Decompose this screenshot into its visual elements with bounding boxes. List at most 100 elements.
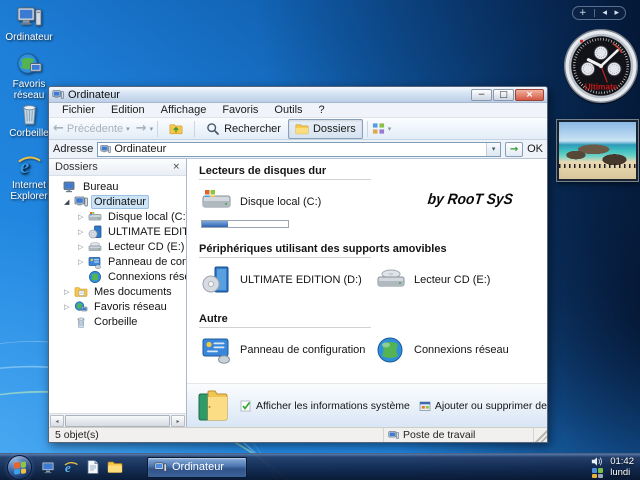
menu-edition[interactable]: Edition (103, 104, 153, 116)
clock-time: 01:42 (610, 456, 634, 467)
desktop-icon-ordinateur[interactable]: Ordinateur (0, 4, 58, 43)
tree-item-favoris-reseau[interactable]: ▷ Favoris réseau (49, 299, 186, 314)
forward-button[interactable]: → ▾ (136, 121, 154, 136)
scroll-left-button[interactable]: ◂ (50, 414, 64, 427)
back-label: Précédente (66, 122, 124, 135)
tree-item-bureau[interactable]: Bureau (49, 179, 186, 194)
notepad-launch-icon[interactable] (85, 459, 101, 475)
title-bar[interactable]: Ordinateur − □ × (49, 87, 547, 103)
tile-panneau-de-configuration[interactable]: Panneau de configuration (199, 328, 373, 371)
prev-gadget-button[interactable]: ◂ (602, 7, 607, 19)
hdd-small-icon (88, 210, 102, 224)
cd-drive-icon (375, 265, 407, 295)
forward-dropdown-icon[interactable]: ▾ (150, 125, 154, 133)
folder-up-icon (169, 123, 183, 134)
disk-capacity-fill (202, 221, 228, 227)
expander-closed-icon[interactable]: ▷ (64, 288, 74, 296)
folders-button[interactable]: Dossiers (287, 118, 363, 139)
status-bar: 5 objet(s) Poste de travail (49, 427, 547, 442)
network-places-small-icon (74, 300, 88, 314)
expander-closed-icon[interactable]: ▷ (78, 258, 88, 266)
watermark-text: by RooT SyS (427, 191, 515, 208)
search-button[interactable]: Rechercher (199, 119, 288, 139)
system-folder-icon (198, 390, 228, 420)
back-dropdown-icon[interactable]: ▾ (126, 125, 130, 133)
expander-open-icon[interactable]: ◢ (64, 198, 74, 206)
views-button[interactable]: ▾ (372, 122, 392, 135)
start-button[interactable] (7, 454, 32, 480)
scroll-right-button[interactable]: ▸ (171, 414, 185, 427)
folder-content-pane: Lecteurs de disques dur Disque local (C:… (187, 159, 547, 427)
menu-fichier[interactable]: Fichier (54, 104, 103, 116)
clock-gadget[interactable]: Ultimate (562, 27, 640, 105)
tile-label: Lecteur CD (E:) (414, 274, 491, 286)
expander-closed-icon[interactable]: ▷ (78, 213, 88, 221)
explorer-folder-launch-icon[interactable] (107, 459, 123, 475)
tile-lecteur-cd-e[interactable]: Lecteur CD (E:) (373, 258, 547, 301)
minimize-button[interactable]: − (471, 88, 492, 101)
disc-drive-small-icon (88, 225, 102, 239)
tray-display-icon[interactable] (591, 468, 603, 478)
add-gadget-button[interactable]: + (579, 7, 587, 19)
address-dropdown-icon[interactable]: ▾ (486, 142, 501, 156)
system-info-icon (240, 400, 251, 411)
folder-up-button[interactable] (162, 119, 190, 139)
close-panel-icon[interactable]: × (172, 162, 180, 172)
address-combo[interactable]: Ordinateur ▾ (97, 141, 502, 157)
menu-favoris[interactable]: Favoris (214, 104, 266, 116)
expander-closed-icon[interactable]: ▷ (78, 228, 88, 236)
menu-aide[interactable]: ? (311, 104, 333, 116)
taskbar-button-ordinateur[interactable]: Ordinateur (147, 456, 247, 478)
horizontal-scrollbar[interactable]: ◂ ▸ (49, 413, 186, 427)
toolbar-separator (366, 120, 368, 137)
show-desktop-icon[interactable] (41, 459, 57, 475)
go-button[interactable]: → (505, 141, 524, 157)
tree-item-mes-documents[interactable]: ▷ Mes documents (49, 284, 186, 299)
menu-affichage[interactable]: Affichage (153, 104, 215, 116)
control-panel-icon (201, 335, 233, 365)
tile-ultimate-edition-d[interactable]: ULTIMATE EDITION (D:) (199, 258, 373, 301)
system-tray: 01:42 lundi (591, 456, 634, 478)
tree-item-panneau-de-configuration[interactable]: ▷ Panneau de configuration (49, 254, 186, 269)
address-bar: Adresse Ordinateur ▾ → OK (49, 140, 547, 159)
resize-grip[interactable] (534, 428, 547, 442)
link-ajouter-supprimer-programmes[interactable]: Ajouter ou supprimer des programmes (419, 400, 547, 412)
tree-item-connexions-reseau[interactable]: Connexions réseau (49, 269, 186, 284)
tree-item-corbeille[interactable]: Corbeille (49, 314, 186, 329)
views-dropdown-icon[interactable]: ▾ (388, 125, 392, 133)
back-arrow-icon: ← (53, 120, 64, 136)
toolbar-separator (194, 120, 196, 137)
close-button[interactable]: × (515, 88, 544, 101)
photo-gadget[interactable] (556, 119, 639, 182)
go-label: OK (527, 143, 543, 155)
maximize-button[interactable]: □ (493, 88, 514, 101)
volume-icon[interactable] (591, 456, 603, 467)
window-computer-icon (52, 89, 64, 101)
sidebar-gadget-controls[interactable]: + ◂ ▸ (572, 6, 626, 20)
tree-item-ordinateur[interactable]: ◢ Ordinateur (49, 194, 186, 209)
group-title-supports-amovibles: Périphériques utilisant des supports amo… (199, 243, 447, 255)
scrollbar-thumb[interactable] (65, 414, 170, 427)
tile-disque-local-c[interactable]: Disque local (C:) (199, 180, 373, 231)
tree-item-disque-local-c[interactable]: ▷ Disque local (C:) (49, 209, 186, 224)
expander-closed-icon[interactable]: ▷ (64, 303, 74, 311)
tree-item-lecteur-cd-e[interactable]: ▷ Lecteur CD (E:) (49, 239, 186, 254)
tile-label: Panneau de configuration (240, 344, 366, 356)
globe-icon (375, 335, 407, 365)
link-afficher-informations-systeme[interactable]: Afficher les informations système (240, 400, 410, 412)
back-button[interactable]: ← Précédente ▾ (53, 120, 130, 136)
expander-closed-icon[interactable]: ▷ (78, 243, 88, 251)
tree-item-ultimate-edition-d[interactable]: ▷ ULTIMATE EDITION (D:) (49, 224, 186, 239)
taskbar-clock[interactable]: 01:42 lundi (610, 456, 634, 478)
tile-connexions-reseau[interactable]: Connexions réseau (373, 328, 547, 371)
add-remove-programs-icon (419, 401, 431, 411)
cd-drive-small-icon (88, 240, 102, 254)
next-gadget-button[interactable]: ▸ (614, 7, 619, 19)
desktop-small-icon (63, 180, 77, 194)
folder-icon (295, 123, 309, 134)
recycle-bin-small-icon (74, 315, 88, 329)
menu-outils[interactable]: Outils (266, 104, 310, 116)
computer-icon (0, 4, 58, 31)
group-title-autre: Autre (199, 313, 228, 325)
internet-explorer-launch-icon[interactable]: e (63, 459, 79, 475)
